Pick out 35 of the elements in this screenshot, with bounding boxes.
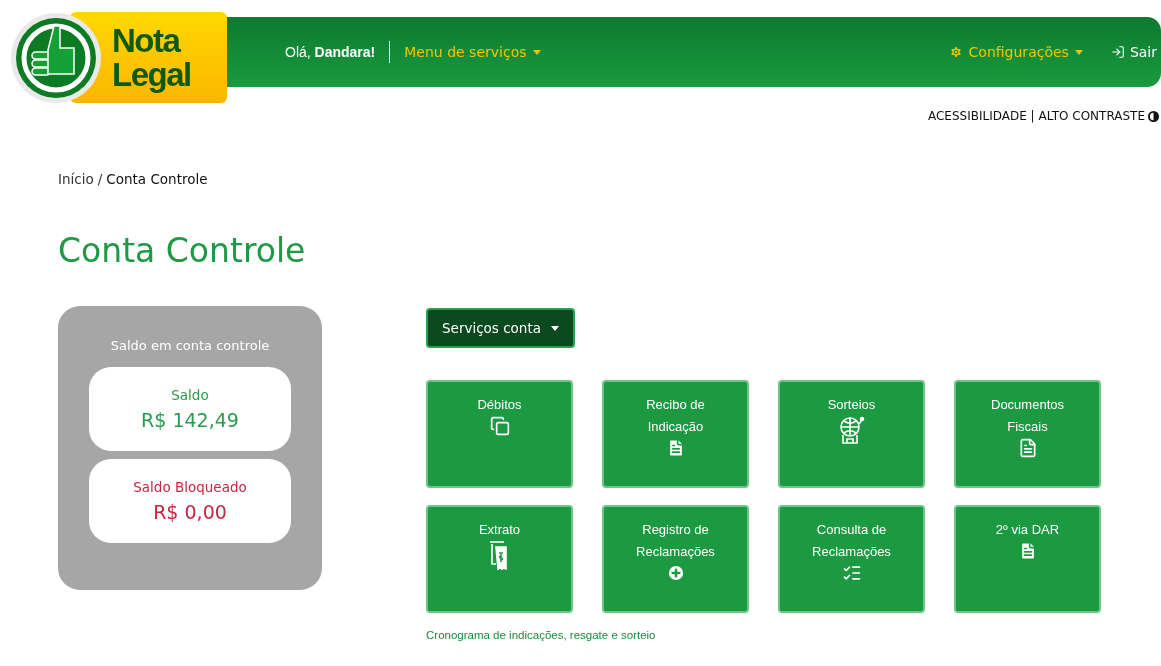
logo-text: Nota Legal (112, 23, 192, 92)
balance-value: R$ 142,49 (141, 409, 239, 431)
contrast-icon (1148, 110, 1159, 122)
balance-value: R$ 0,00 (153, 501, 227, 523)
balance-label: Saldo (171, 387, 209, 403)
balance-label: Saldo Bloqueado (133, 479, 247, 495)
service-tile[interactable]: Documentos Fiscais (954, 380, 1101, 488)
checklist-icon (841, 563, 862, 583)
accessibility-link[interactable]: ACESSIBILIDADE | ALTO CONTRASTE (928, 109, 1145, 123)
panel-title: Saldo em conta controle (110, 338, 270, 353)
service-tile[interactable]: 2º via DAR (954, 505, 1101, 613)
caret-icon (1074, 49, 1083, 55)
services-dropdown-button[interactable]: Serviços conta (426, 308, 575, 348)
service-tile[interactable]: Registro de Reclamações (602, 505, 749, 613)
caret-icon (551, 325, 559, 331)
page-title: Conta Controle (58, 231, 307, 270)
settings-icon (948, 45, 963, 59)
schedule-link[interactable]: Cronograma de indicações, resgate e sorteio (426, 629, 1101, 641)
service-tile[interactable]: Sorteios (778, 380, 925, 488)
service-tile[interactable]: Débitos (426, 380, 573, 488)
services-menu[interactable]: Menu de serviços (404, 44, 541, 60)
greeting-text: Olá, Dandara! (285, 44, 376, 60)
logout-icon (1110, 45, 1125, 59)
thumbs-up-logo-icon (10, 11, 102, 104)
logout-link[interactable]: Sair (1110, 44, 1157, 60)
settings-menu[interactable]: Configurações (948, 44, 1083, 60)
breadcrumb-separator: / (97, 171, 103, 187)
service-tile[interactable]: Extrato (426, 505, 573, 613)
copy-icon (489, 416, 510, 436)
lottery-drum-icon (838, 416, 865, 444)
service-tile[interactable]: Consulta de Reclamações (778, 505, 925, 613)
caret-icon (532, 49, 541, 55)
breadcrumb-link[interactable]: Início (58, 171, 94, 187)
service-tile[interactable]: Recibo de Indicação (602, 380, 749, 488)
breadcrumb-current: Conta Controle (106, 171, 208, 187)
